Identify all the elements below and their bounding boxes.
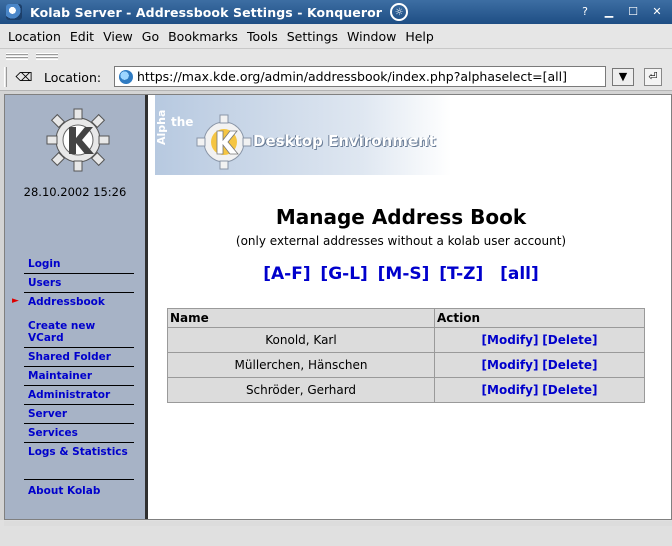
kde-logo-icon [196,114,252,170]
filter-a-f-link[interactable]: [A-F] [263,264,310,284]
column-header-name: Name [167,308,435,328]
nav-server[interactable]: Server [24,405,134,424]
close-icon[interactable]: ✕ [648,3,666,20]
delete-link[interactable]: [Delete] [542,383,597,397]
table-row: Schröder, Gerhard [Modify] [Delete] [167,377,645,403]
kde-gear-logo-icon [46,108,110,172]
clear-location-icon[interactable]: ⌫ [14,68,34,86]
menu-edit[interactable]: Edit [70,29,94,44]
status-area [0,520,672,546]
nav-about-kolab[interactable]: About Kolab [24,479,134,500]
filter-t-z-link[interactable]: [T-Z] [439,264,483,284]
contact-name: Müllerchen, Hänschen [167,352,435,378]
row-actions: [Modify] [Delete] [434,327,645,353]
nav-maintainer[interactable]: Maintainer [24,367,134,386]
alpha-filter-links: [A-F] [G-L] [M-S] [T-Z] [all] [151,264,651,284]
toolbar-grips [0,49,672,63]
menu-window[interactable]: Window [347,29,396,44]
window-titlebar: Kolab Server - Addressbook Settings - Ko… [0,0,672,24]
column-header-action: Action [434,308,645,328]
filter-all-link[interactable]: [all] [500,264,539,284]
nav-login[interactable]: Login [24,255,134,274]
main-content: Alpha the Desktop Environment Manage Add… [151,95,671,519]
kde-banner: Alpha the Desktop Environment [155,95,451,175]
nav-addressbook[interactable]: ► Addressbook [12,293,134,311]
menu-bar: Location Edit View Go Bookmarks Tools Se… [0,24,672,49]
contact-name: Schröder, Gerhard [167,377,435,403]
menu-location[interactable]: Location [8,29,61,44]
table-header-row: Name Action [167,308,645,328]
nav-services[interactable]: Services [24,424,134,443]
modify-link[interactable]: [Modify] [482,383,539,397]
table-row: Müllerchen, Hänschen [Modify] [Delete] [167,352,645,378]
delete-link[interactable]: [Delete] [542,358,597,372]
menu-view[interactable]: View [103,29,133,44]
window-title: Kolab Server - Addressbook Settings - Ko… [30,4,383,20]
go-icon[interactable]: ⏎ [644,68,662,86]
row-actions: [Modify] [Delete] [434,377,645,403]
banner-title-text: Desktop Environment [253,132,436,150]
url-history-dropdown-icon[interactable]: ▼ [612,68,634,86]
filter-m-s-link[interactable]: [M-S] [378,264,430,284]
address-table: Name Action Konold, Karl [Modify] [Delet… [167,308,645,403]
location-label: Location: [44,70,102,85]
page-title: Manage Address Book [275,205,527,229]
current-page-arrow-icon: ► [12,296,19,306]
server-datetime: 28.10.2002 15:26 [23,185,127,199]
menu-help[interactable]: Help [405,29,434,44]
toolbar-grip-handle[interactable] [36,53,58,60]
row-actions: [Modify] [Delete] [434,352,645,378]
delete-link[interactable]: [Delete] [542,333,597,347]
page-viewport: 28.10.2002 15:26 Login Users ► Addressboo… [4,94,672,520]
nav-create-vcard[interactable]: Create new VCard [24,317,134,348]
kolab-sidebar: 28.10.2002 15:26 Login Users ► Addressboo… [5,95,148,519]
contact-name: Konold, Karl [167,327,435,353]
banner-alpha-text: Alpha [155,109,168,145]
page-subtitle: (only external addresses without a kolab… [235,234,567,248]
nav-addressbook-label: Addressbook [28,296,105,308]
kde-swirl-icon: ☼ [390,3,409,21]
minimize-icon[interactable]: ▁ [600,3,618,20]
table-row: Konold, Karl [Modify] [Delete] [167,327,645,353]
maximize-icon[interactable]: ☐ [624,3,642,20]
url-text[interactable]: https://max.kde.org/admin/addressbook/in… [137,69,567,84]
modify-link[interactable]: [Modify] [482,333,539,347]
menu-go[interactable]: Go [142,29,159,44]
menu-settings[interactable]: Settings [287,29,338,44]
help-icon[interactable]: ? [576,3,594,20]
filter-g-l-link[interactable]: [G-L] [320,264,367,284]
menu-bookmarks[interactable]: Bookmarks [168,29,238,44]
horizontal-scrollbar[interactable] [4,521,672,526]
konqueror-icon[interactable] [6,4,22,20]
nav-administrator[interactable]: Administrator [24,386,134,405]
nav-logs-statistics[interactable]: Logs & Statistics [24,443,134,461]
menu-tools[interactable]: Tools [247,29,278,44]
nav-shared-folder[interactable]: Shared Folder [24,348,134,367]
nav-users[interactable]: Users [24,274,134,293]
banner-the-text: the [171,115,194,129]
toolbar-grip-handle[interactable] [4,67,7,87]
modify-link[interactable]: [Modify] [482,358,539,372]
location-toolbar: ⌫ Location: https://max.kde.org/admin/ad… [0,63,672,91]
toolbar-grip-handle[interactable] [6,53,28,60]
page-favicon-icon [119,69,133,84]
url-input[interactable]: https://max.kde.org/admin/addressbook/in… [114,66,606,87]
admin-navigation: Login Users ► Addressbook Create new VCar… [12,255,134,500]
